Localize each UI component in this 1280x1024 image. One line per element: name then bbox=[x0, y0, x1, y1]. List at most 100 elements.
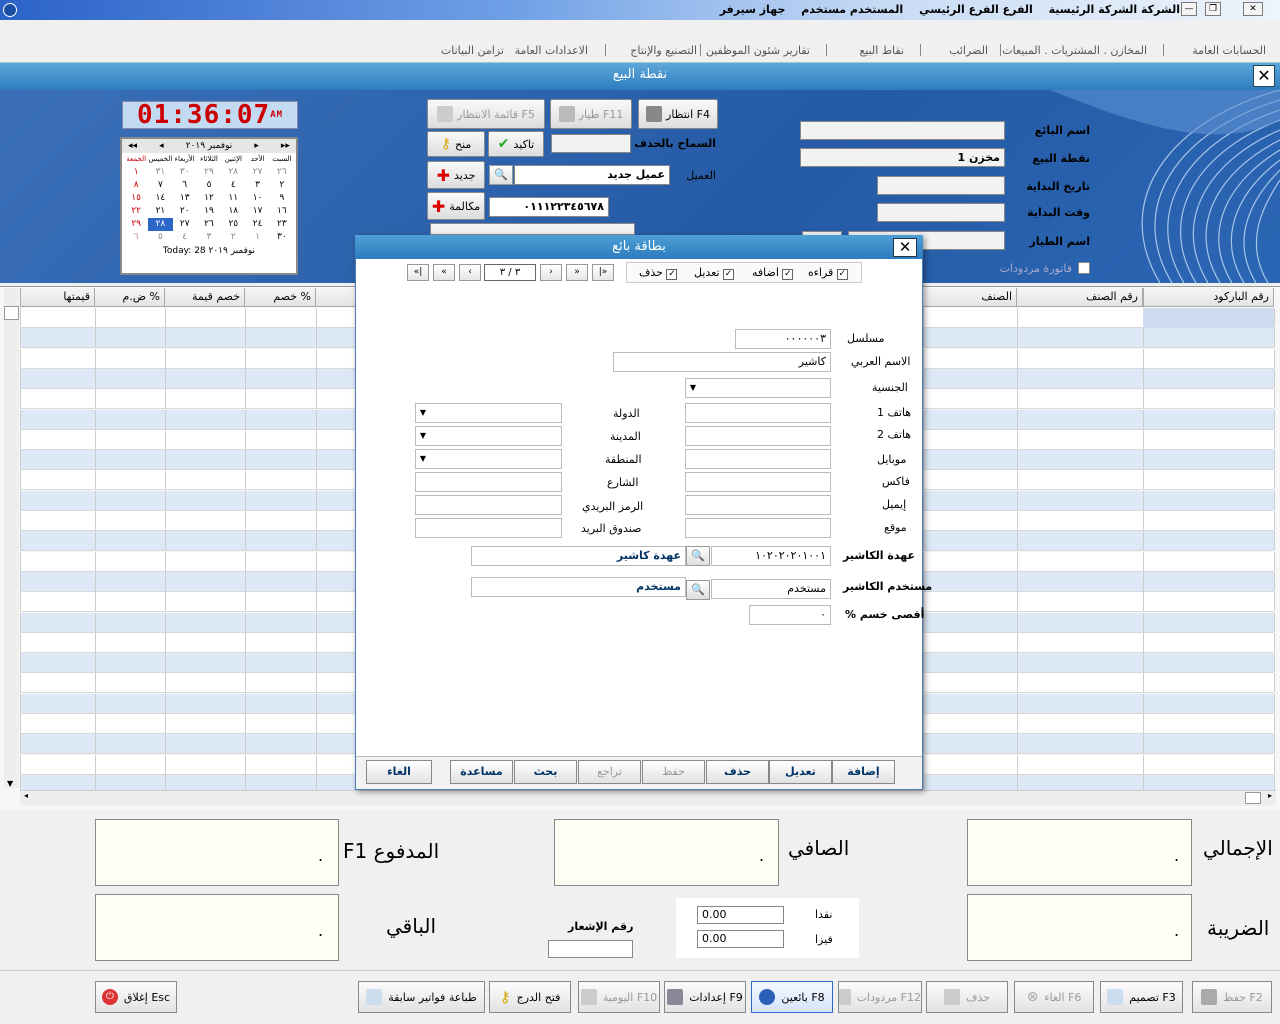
fax-field[interactable] bbox=[685, 472, 831, 492]
postal-field[interactable] bbox=[415, 495, 562, 515]
delete-button[interactable]: حذف bbox=[926, 981, 1008, 1013]
close-panel-button[interactable]: ✕ bbox=[1253, 65, 1275, 87]
nav-prev-icon[interactable]: › bbox=[540, 264, 562, 281]
menu-inventory[interactable]: المخازن . المشتريات . المبيعات bbox=[1002, 44, 1147, 57]
seller-name-field[interactable] bbox=[800, 121, 1005, 140]
city-select[interactable]: ▼ bbox=[415, 426, 562, 446]
phone1-field[interactable] bbox=[685, 403, 831, 423]
col-item-no[interactable]: رقم الصنف bbox=[1017, 288, 1143, 307]
email-field[interactable] bbox=[685, 495, 831, 515]
calendar-day[interactable]: ٤ bbox=[173, 231, 197, 244]
user-search-icon[interactable]: 🔍 bbox=[686, 580, 710, 600]
max-discount-field[interactable]: ٠ bbox=[749, 605, 831, 625]
journal-f10-button[interactable]: اليومية F10 bbox=[578, 981, 660, 1013]
calendar-today[interactable]: Today: 28 نوفمبر ٢٠١٩ bbox=[122, 246, 296, 256]
calendar-day[interactable]: ٢٩ bbox=[124, 218, 148, 231]
wait-list-f5-button[interactable]: قائمة الانتظار F5 bbox=[427, 99, 545, 129]
calendar-day[interactable]: ٥ bbox=[197, 179, 221, 192]
calendar-day[interactable]: ٢٨ bbox=[148, 218, 173, 231]
nav-prev-page-icon[interactable]: » bbox=[566, 264, 588, 281]
calendar-day[interactable]: ٢ bbox=[270, 179, 294, 192]
nav-last-icon[interactable]: «| bbox=[407, 264, 429, 281]
returns-f12-button[interactable]: مردودات F12 bbox=[838, 981, 922, 1013]
pilot-f11-button[interactable]: طيار F11 bbox=[550, 99, 632, 129]
calendar-day[interactable]: ١٠ bbox=[245, 192, 269, 205]
calendar-day[interactable]: ٢١ bbox=[148, 205, 172, 218]
dialog-save-button[interactable]: حفظ bbox=[642, 760, 705, 784]
calendar-day[interactable]: ١١ bbox=[221, 192, 245, 205]
minimize-button[interactable]: — bbox=[1181, 2, 1197, 16]
dialog-cancel-button[interactable]: الغاء bbox=[366, 760, 432, 784]
website-field[interactable] bbox=[685, 518, 831, 538]
dialog-undo-button[interactable]: تراجع bbox=[578, 760, 641, 784]
calendar-day[interactable]: ٢٨ bbox=[221, 166, 245, 179]
menu-general-accounts[interactable]: الحسابات العامة bbox=[1192, 44, 1266, 57]
calendar-day[interactable]: ٢٤ bbox=[245, 218, 269, 231]
dialog-close-button[interactable]: ✕ bbox=[893, 238, 917, 257]
perm-edit[interactable]: ✓ تعديل bbox=[694, 266, 735, 280]
calendar-day[interactable]: ٢٠ bbox=[173, 205, 197, 218]
maximize-button[interactable]: ❐ bbox=[1205, 2, 1221, 16]
calendar-day[interactable]: ٢٦ bbox=[270, 166, 294, 179]
calendar-day[interactable]: ١٣ bbox=[173, 192, 197, 205]
calendar-day[interactable]: ١٦ bbox=[270, 205, 294, 218]
visa-field[interactable]: 0.00 bbox=[697, 930, 784, 948]
cancel-f6-button[interactable]: ⊗ الغاء F6 bbox=[1014, 981, 1094, 1013]
cal-next-year-icon[interactable]: ▸▸ bbox=[281, 141, 290, 151]
design-f3-button[interactable]: تصميم F3 bbox=[1100, 981, 1183, 1013]
start-date-field[interactable] bbox=[877, 176, 1005, 195]
menu-settings[interactable]: الاعدادات العامة bbox=[515, 44, 588, 57]
save-f2-button[interactable]: حفظ F2 bbox=[1192, 981, 1272, 1013]
calendar-day[interactable]: ٢ bbox=[221, 231, 245, 244]
allow-delete-field[interactable] bbox=[551, 134, 631, 153]
mobile-field[interactable] bbox=[685, 449, 831, 469]
nav-first-icon[interactable]: |» bbox=[592, 264, 614, 281]
calendar-day[interactable]: ٦ bbox=[124, 231, 148, 244]
calendar-day[interactable]: ٨ bbox=[124, 179, 148, 192]
pobox-field[interactable] bbox=[415, 518, 562, 538]
nav-next-page-icon[interactable]: « bbox=[433, 264, 455, 281]
calendar-day[interactable]: ٣٠ bbox=[173, 166, 197, 179]
serial-field[interactable]: ٠٠٠٠٠٠٣ bbox=[735, 329, 831, 349]
nationality-select[interactable]: ▼ bbox=[685, 378, 831, 398]
dialog-edit-button[interactable]: تعديل bbox=[769, 760, 832, 784]
perm-read[interactable]: ✓ قراءه bbox=[808, 266, 848, 280]
customer-search-icon[interactable]: 🔍 bbox=[489, 165, 513, 185]
calendar-day[interactable]: ٢٣ bbox=[270, 218, 294, 231]
horizontal-scrollbar[interactable]: ◂ ▸ bbox=[20, 790, 1276, 806]
region-select[interactable]: ▼ bbox=[415, 449, 562, 469]
phone-field[interactable]: ٠١١١٢٢٣٤٥٦٧٨ bbox=[489, 197, 609, 217]
calendar-day[interactable]: ٣ bbox=[245, 179, 269, 192]
cal-prev-year-icon[interactable]: ◂◂ bbox=[128, 141, 137, 151]
calendar-day[interactable]: ٣٠ bbox=[270, 231, 294, 244]
custody-search-icon[interactable]: 🔍 bbox=[686, 546, 710, 566]
dialog-delete-button[interactable]: حذف bbox=[706, 760, 769, 784]
menu-pos[interactable]: نقاط البيع bbox=[859, 44, 904, 57]
settings-f9-button[interactable]: إعدادات F9 bbox=[664, 981, 746, 1013]
calendar-day[interactable]: ٢٥ bbox=[221, 218, 245, 231]
dialog-search-button[interactable]: بحث bbox=[514, 760, 577, 784]
vertical-scrollbar[interactable]: ▼ bbox=[4, 288, 19, 788]
calendar-day[interactable]: ١ bbox=[245, 231, 269, 244]
dialog-help-button[interactable]: مساعدة bbox=[450, 760, 513, 784]
close-esc-button[interactable]: ⏻ إغلاق Esc bbox=[95, 981, 177, 1013]
col-barcode[interactable]: رقم الباركود bbox=[1143, 288, 1274, 307]
open-drawer-button[interactable]: ⚷ فتح الدرج bbox=[489, 981, 571, 1013]
col-discount-pct[interactable]: خصم % bbox=[245, 288, 316, 307]
country-select[interactable]: ▼ bbox=[415, 403, 562, 423]
calendar-day[interactable]: ٩ bbox=[270, 192, 294, 205]
calendar-day[interactable]: ١٧ bbox=[245, 205, 269, 218]
calendar-day[interactable]: ١٤ bbox=[148, 192, 172, 205]
col-discount-value[interactable]: خصم قيمة bbox=[165, 288, 245, 307]
call-button[interactable]: ✚ مكالمة bbox=[427, 192, 485, 220]
calendar-day[interactable]: ٢٢ bbox=[124, 205, 148, 218]
grant-button[interactable]: ⚷ منح bbox=[427, 131, 485, 157]
arabic-name-field[interactable]: كاشير bbox=[613, 352, 831, 372]
return-invoice-checkbox[interactable] bbox=[1078, 262, 1090, 274]
menu-manufacturing[interactable]: التصنيع والإنتاج bbox=[630, 44, 697, 57]
calendar-day[interactable]: ٦ bbox=[173, 179, 197, 192]
calendar-day[interactable]: ٢٩ bbox=[197, 166, 221, 179]
col-item[interactable]: الصنف bbox=[923, 288, 1017, 307]
confirm-button[interactable]: ✔ تاكيد bbox=[488, 131, 544, 157]
new-customer-button[interactable]: ✚ جديد bbox=[427, 161, 485, 189]
